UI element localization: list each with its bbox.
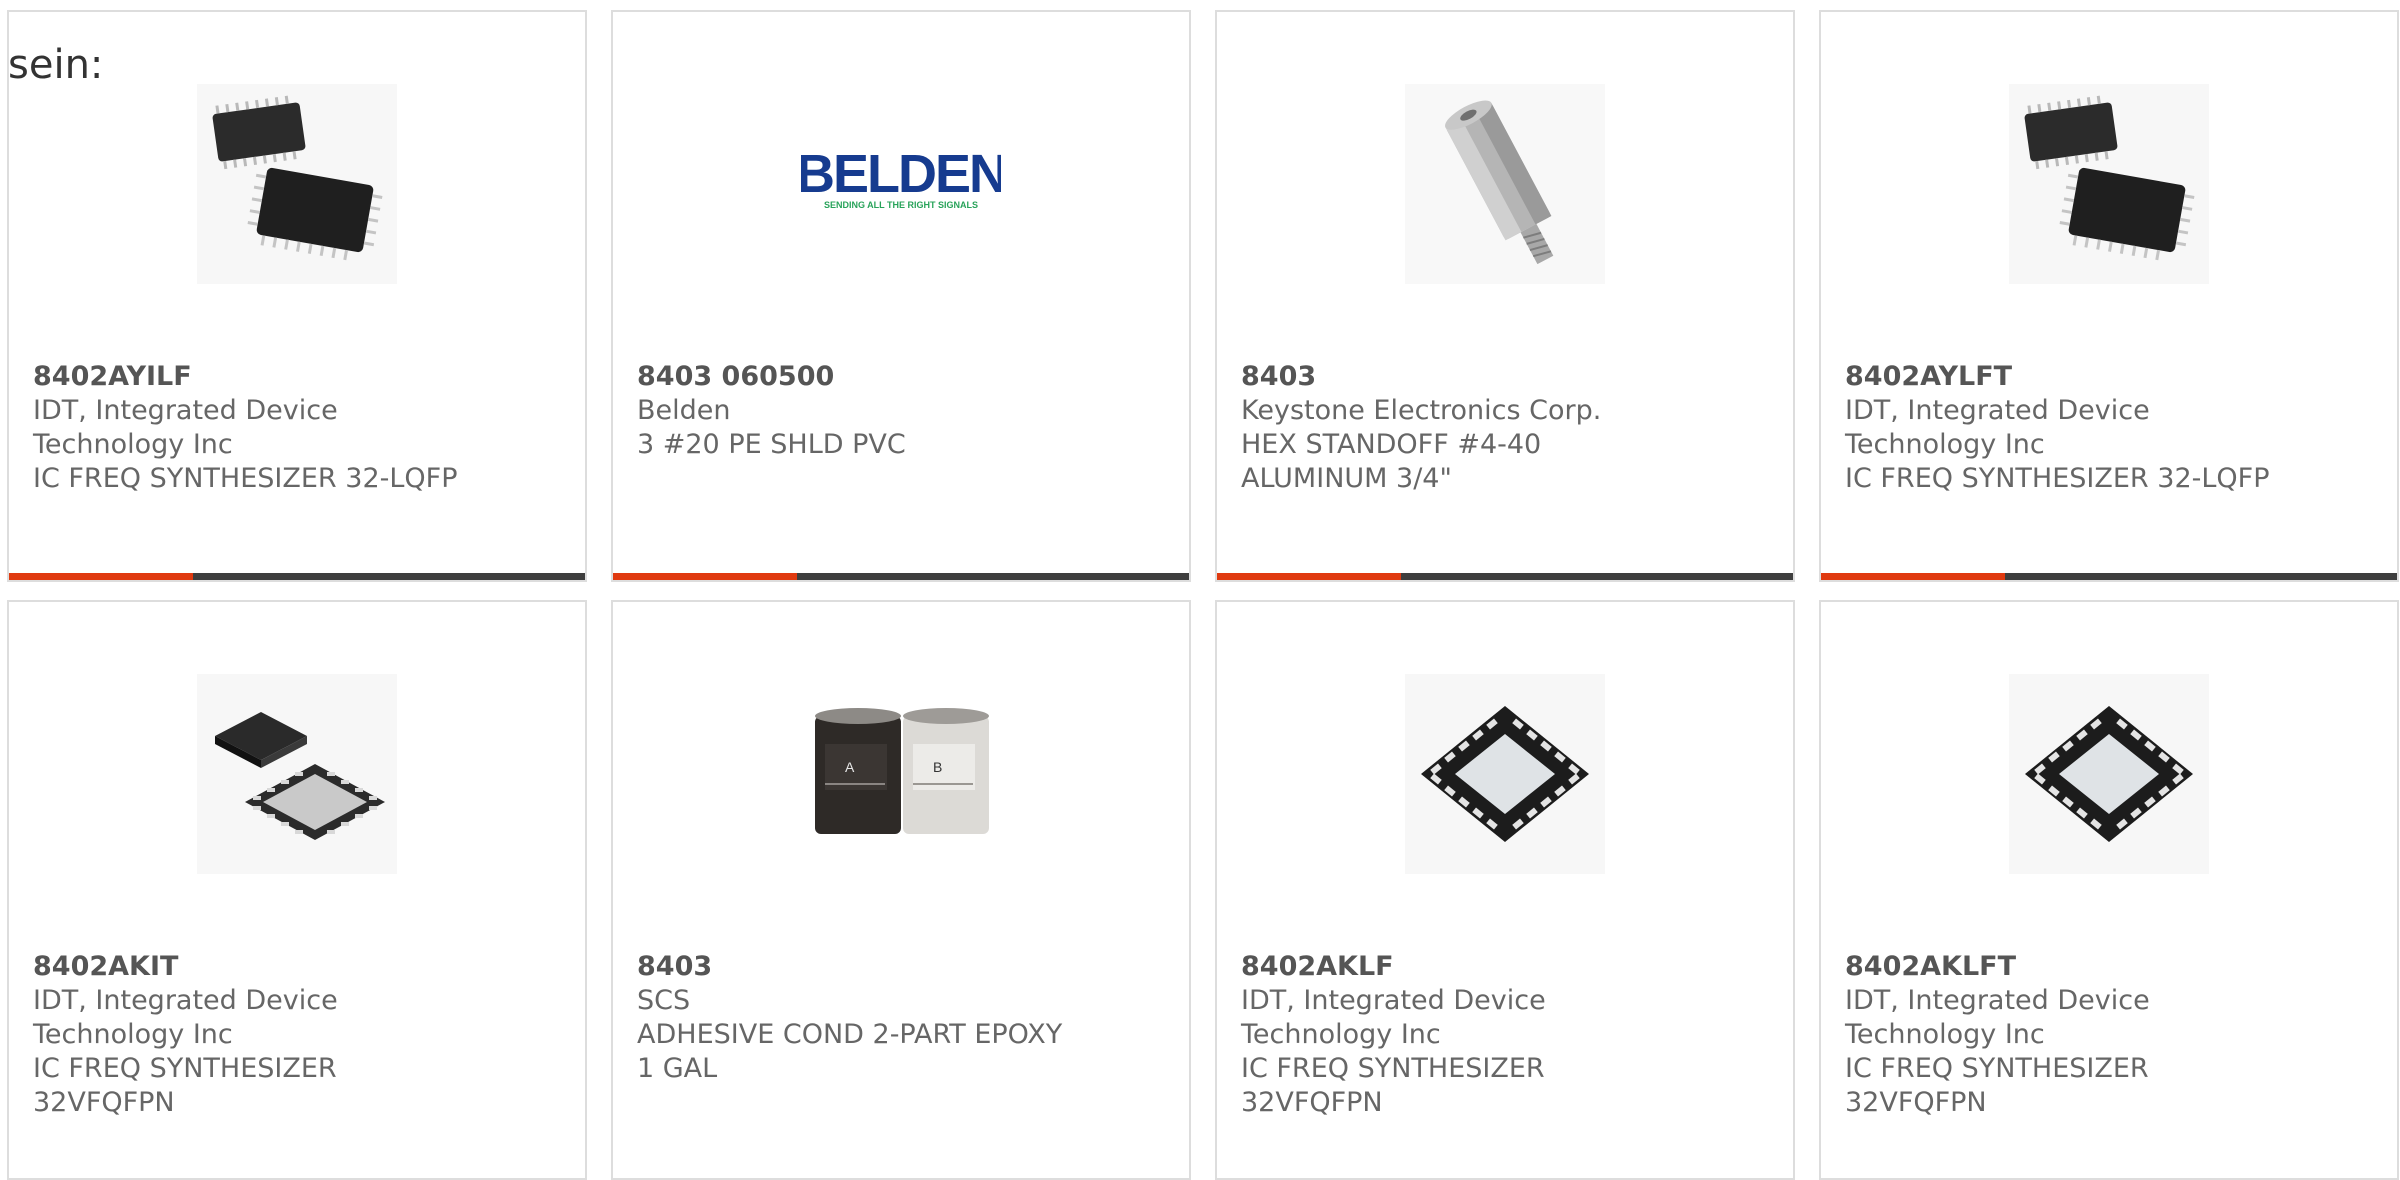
part-number[interactable]: 8402AYILF xyxy=(33,360,569,394)
part-number[interactable]: 8403 xyxy=(1241,360,1777,394)
description: ALUMINUM 3/4" xyxy=(1241,463,1452,494)
card-accent-bar xyxy=(1821,573,2005,580)
card-accent-bar xyxy=(1217,573,1401,580)
product-grid: 8402AYILF IDT, Integrated Device Technol… xyxy=(0,0,2400,1180)
product-info: 8402AYILF IDT, Integrated Device Technol… xyxy=(33,360,569,496)
part-number[interactable]: 8402AKIT xyxy=(33,950,569,984)
description: HEX STANDOFF #4-40 xyxy=(1241,429,1542,460)
manufacturer: Technology Inc xyxy=(1845,1019,2045,1050)
manufacturer: Keystone Electronics Corp. xyxy=(1241,395,1602,426)
product-card[interactable]: 8402AKLF IDT, Integrated Device Technolo… xyxy=(1215,600,1795,1180)
can-a-label: A xyxy=(845,759,855,775)
manufacturer: IDT, Integrated Device xyxy=(1845,395,2150,426)
lqfp-chip-pair-image xyxy=(197,84,397,284)
product-card[interactable]: A B 8403 SCS ADHESIVE COND 2-PART EPOXY … xyxy=(611,600,1191,1180)
description: IC FREQ SYNTHESIZER xyxy=(1241,1053,1545,1084)
product-card[interactable]: 8402AYLFT IDT, Integrated Device Technol… xyxy=(1819,10,2399,582)
manufacturer: IDT, Integrated Device xyxy=(1845,985,2150,1016)
card-bottom-bar xyxy=(1821,573,2397,580)
part-number[interactable]: 8403 xyxy=(637,950,1173,984)
product-info: 8403 Keystone Electronics Corp. HEX STAN… xyxy=(1241,360,1777,496)
product-info: 8402AKIT IDT, Integrated Device Technolo… xyxy=(33,950,569,1120)
belden-logo-text: BELDEN xyxy=(801,144,1001,204)
product-info: 8403 060500 Belden 3 #20 PE SHLD PVC xyxy=(637,360,1173,462)
product-info: 8402AKLFT IDT, Integrated Device Technol… xyxy=(1845,950,2381,1120)
epoxy-cans-image: A B xyxy=(801,674,1001,874)
manufacturer: SCS xyxy=(637,985,691,1016)
manufacturer: Technology Inc xyxy=(1241,1019,1441,1050)
part-number[interactable]: 8402AYLFT xyxy=(1845,360,2381,394)
product-info: 8402AKLF IDT, Integrated Device Technolo… xyxy=(1241,950,1777,1120)
description: 32VFQFPN xyxy=(1241,1087,1383,1118)
card-accent-bar xyxy=(613,573,797,580)
qfn-chip-image xyxy=(2009,674,2209,874)
manufacturer: Technology Inc xyxy=(1845,429,2045,460)
manufacturer: IDT, Integrated Device xyxy=(33,395,338,426)
part-number[interactable]: 8402AKLF xyxy=(1241,950,1777,984)
description: 32VFQFPN xyxy=(33,1087,175,1118)
vfqfpn-chip-pair-image xyxy=(197,674,397,874)
lqfp-chip-pair-image xyxy=(2009,84,2209,284)
belden-logo-tagline: SENDING ALL THE RIGHT SIGNALS xyxy=(824,200,978,210)
hex-standoff-image xyxy=(1405,84,1605,284)
product-card[interactable]: 8402AYILF IDT, Integrated Device Technol… xyxy=(7,10,587,582)
manufacturer: IDT, Integrated Device xyxy=(33,985,338,1016)
lead-text: sein: xyxy=(8,42,104,88)
card-bottom-bar xyxy=(1217,573,1793,580)
product-card[interactable]: 8402AKLFT IDT, Integrated Device Technol… xyxy=(1819,600,2399,1180)
card-accent-bar xyxy=(9,573,193,580)
manufacturer: Belden xyxy=(637,395,731,426)
description: IC FREQ SYNTHESIZER 32-LQFP xyxy=(1845,463,2270,494)
part-number[interactable]: 8402AKLFT xyxy=(1845,950,2381,984)
description: IC FREQ SYNTHESIZER 32-LQFP xyxy=(33,463,458,494)
description: 32VFQFPN xyxy=(1845,1087,1987,1118)
description: 3 #20 PE SHLD PVC xyxy=(637,429,906,460)
belden-logo-image: BELDEN SENDING ALL THE RIGHT SIGNALS xyxy=(801,84,1001,284)
can-b-label: B xyxy=(933,759,942,775)
product-info: 8403 SCS ADHESIVE COND 2-PART EPOXY 1 GA… xyxy=(637,950,1173,1086)
part-number[interactable]: 8403 060500 xyxy=(637,360,1173,394)
description: ADHESIVE COND 2-PART EPOXY xyxy=(637,1019,1063,1050)
product-card[interactable]: 8403 Keystone Electronics Corp. HEX STAN… xyxy=(1215,10,1795,582)
description: IC FREQ SYNTHESIZER xyxy=(1845,1053,2149,1084)
description: 1 GAL xyxy=(637,1053,718,1084)
card-bottom-bar xyxy=(9,573,585,580)
qfn-chip-image xyxy=(1405,674,1605,874)
manufacturer: Technology Inc xyxy=(33,429,233,460)
manufacturer: Technology Inc xyxy=(33,1019,233,1050)
product-card[interactable]: BELDEN SENDING ALL THE RIGHT SIGNALS 840… xyxy=(611,10,1191,582)
product-card[interactable]: 8402AKIT IDT, Integrated Device Technolo… xyxy=(7,600,587,1180)
product-info: 8402AYLFT IDT, Integrated Device Technol… xyxy=(1845,360,2381,496)
card-bottom-bar xyxy=(613,573,1189,580)
description: IC FREQ SYNTHESIZER xyxy=(33,1053,337,1084)
manufacturer: IDT, Integrated Device xyxy=(1241,985,1546,1016)
